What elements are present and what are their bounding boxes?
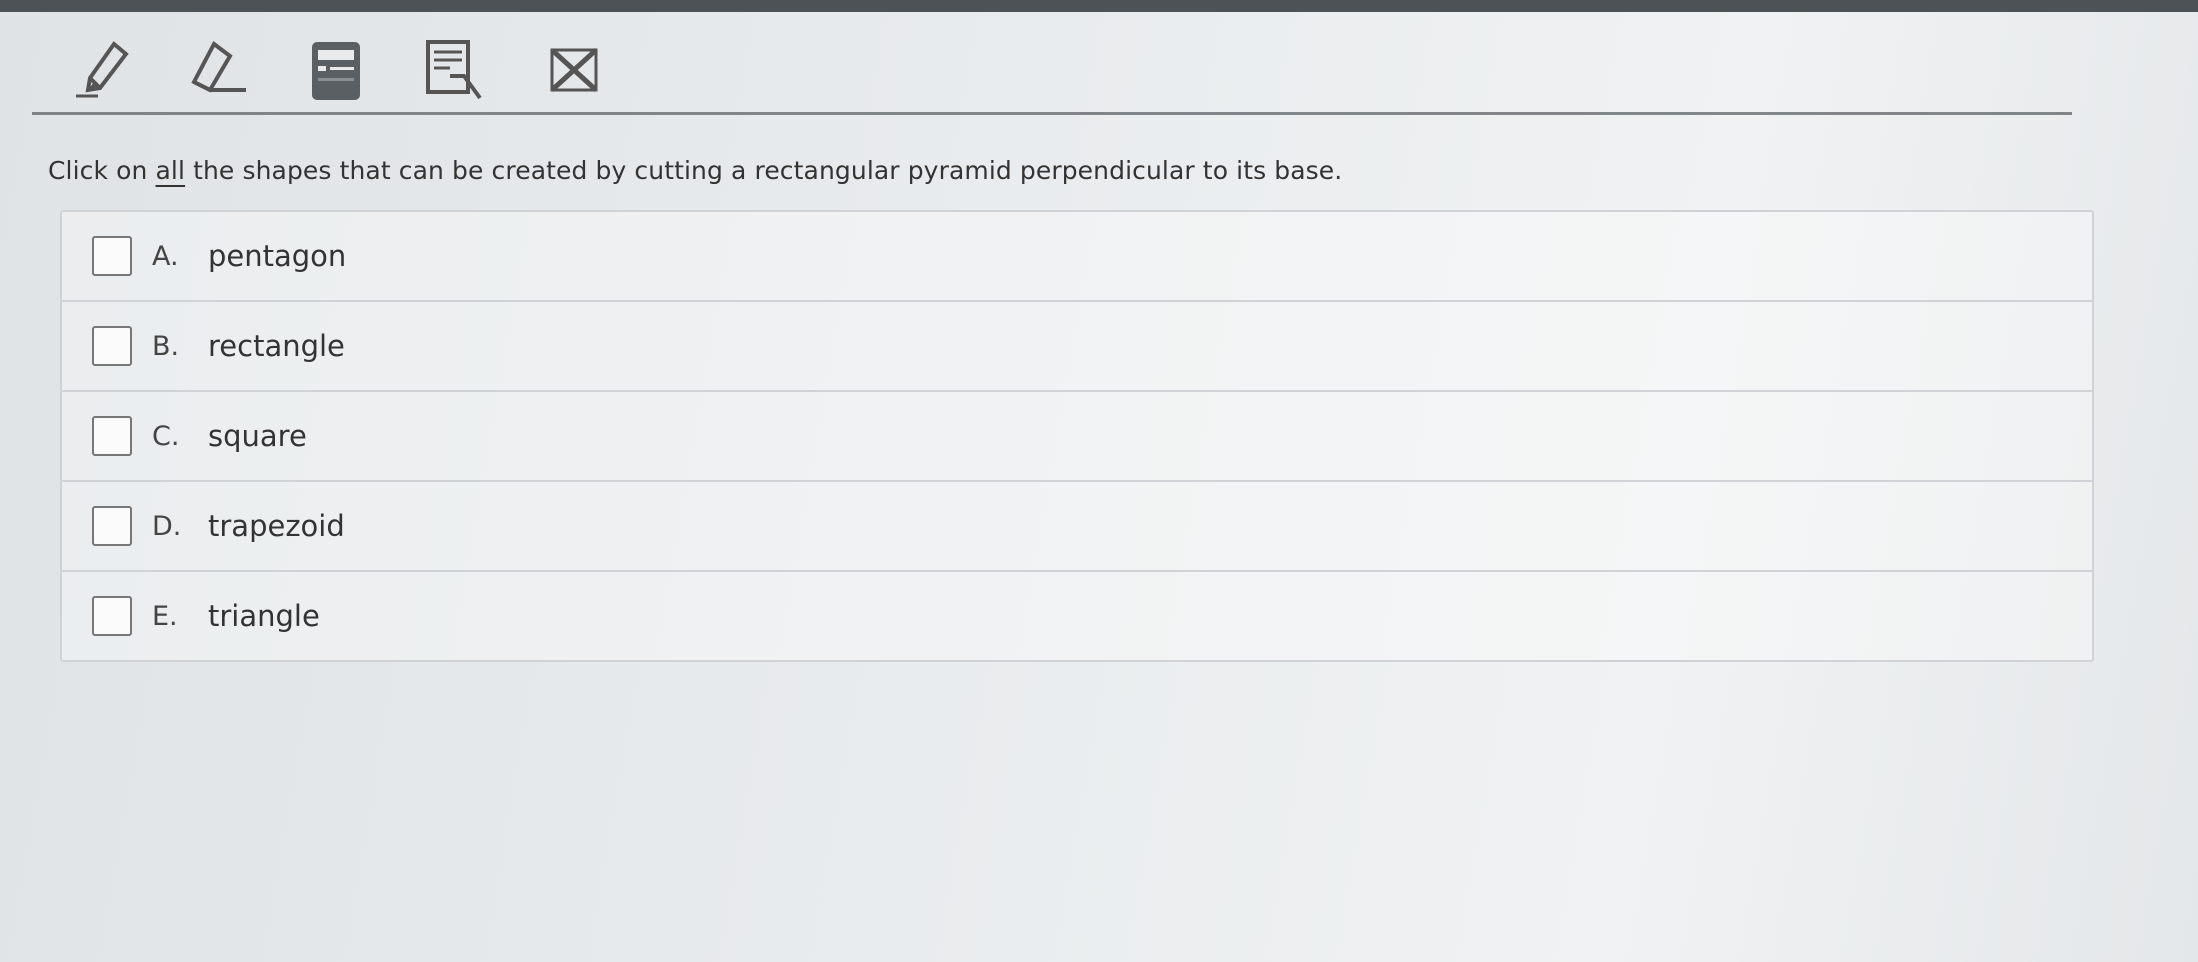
checkbox[interactable] xyxy=(92,596,132,636)
choice-text: trapezoid xyxy=(208,509,345,543)
reference-sheet-icon xyxy=(426,40,482,100)
choice-a[interactable]: A. pentagon xyxy=(62,212,2092,302)
question-suffix: the shapes that can be created by cuttin… xyxy=(185,156,1343,185)
answer-choices-list: A. pentagon B. rectangle C. square D. tr… xyxy=(60,210,2094,662)
checkbox[interactable] xyxy=(92,506,132,546)
checkbox[interactable] xyxy=(92,236,132,276)
calculator-tool-button[interactable] xyxy=(302,34,370,106)
choice-b[interactable]: B. rectangle xyxy=(62,302,2092,392)
choice-d[interactable]: D. trapezoid xyxy=(62,482,2092,572)
choice-e[interactable]: E. triangle xyxy=(62,572,2092,660)
eraser-tool-button[interactable] xyxy=(182,34,250,106)
choice-c[interactable]: C. square xyxy=(62,392,2092,482)
close-tool-button[interactable] xyxy=(540,34,608,106)
question-prompt: Click on all the shapes that can be crea… xyxy=(48,156,1342,185)
toolbar-divider xyxy=(32,112,2072,115)
checkbox[interactable] xyxy=(92,416,132,456)
close-icon xyxy=(550,48,598,92)
question-emphasis: all xyxy=(155,156,186,185)
choice-letter: B. xyxy=(152,330,180,362)
choice-letter: A. xyxy=(152,240,179,272)
choice-text: pentagon xyxy=(208,239,347,273)
eraser-icon xyxy=(191,40,246,93)
choice-text: square xyxy=(208,419,307,453)
pencil-tool-button[interactable] xyxy=(70,34,138,106)
choice-letter: E. xyxy=(152,600,178,632)
choice-letter: C. xyxy=(152,420,180,452)
choice-text: triangle xyxy=(208,599,320,633)
choice-letter: D. xyxy=(152,510,182,542)
reference-sheet-tool-button[interactable] xyxy=(420,34,488,106)
toolbar xyxy=(40,20,2070,110)
window-top-bar xyxy=(0,0,2198,12)
calculator-icon xyxy=(312,42,360,100)
pencil-icon xyxy=(76,41,129,98)
checkbox[interactable] xyxy=(92,326,132,366)
question-prefix: Click on xyxy=(48,156,156,185)
choice-text: rectangle xyxy=(208,329,345,363)
